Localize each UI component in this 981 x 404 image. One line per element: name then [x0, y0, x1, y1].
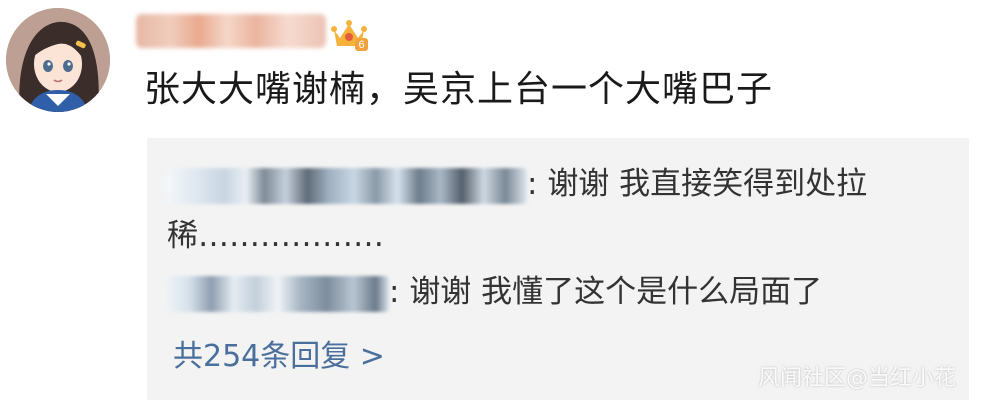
- reply-item[interactable]: : 谢谢 我懂了这个是什么局面了: [167, 266, 947, 318]
- weibo-comment: 6 张大大嘴谢楠，吴京上台一个大嘴巴子 : 谢谢 我直接笑得到处拉稀…………………: [0, 0, 981, 404]
- crown-level-icon: 6: [331, 20, 368, 51]
- reply-colon: :: [527, 166, 538, 202]
- username-blurred[interactable]: [136, 14, 326, 48]
- replies-box[interactable]: : 谢谢 我直接笑得到处拉稀……………… : 谢谢 我懂了这个是什么局面了 共2…: [147, 138, 969, 400]
- view-all-replies-link[interactable]: 共254条回复 >: [173, 335, 385, 379]
- reply-username-blurred[interactable]: [167, 167, 527, 204]
- reply-text: 谢谢 我懂了这个是什么局面了: [409, 274, 823, 310]
- watermark: 风闻社区@当红小花: [758, 366, 957, 391]
- comment-text: 张大大嘴谢楠，吴京上台一个大嘴巴子: [144, 69, 774, 110]
- reply-colon: :: [389, 274, 400, 310]
- level-number: 6: [358, 39, 364, 51]
- reply-username-blurred[interactable]: [167, 275, 389, 312]
- reply-item[interactable]: : 谢谢 我直接笑得到处拉稀………………: [167, 158, 937, 262]
- avatar[interactable]: [6, 8, 110, 112]
